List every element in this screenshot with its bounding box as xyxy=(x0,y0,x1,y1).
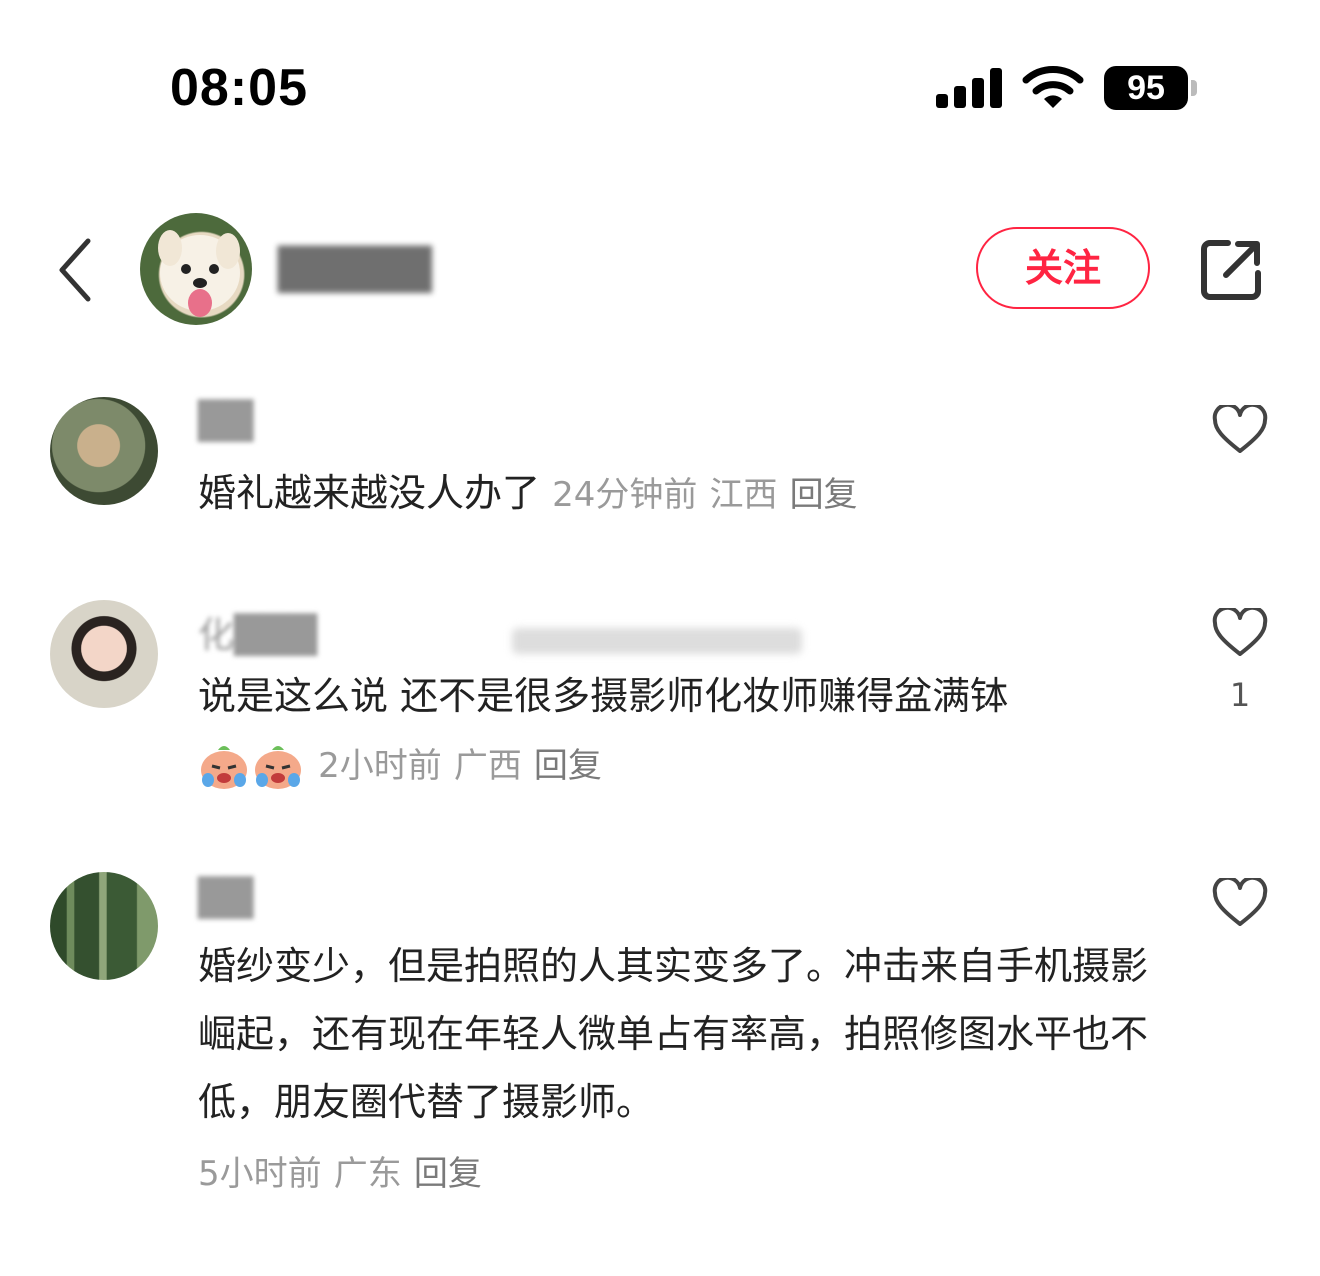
comment-location: 广西 xyxy=(453,746,522,786)
comment-item: ██ 婚纱变少，但是拍照的人其实变多了。冲击来自手机摄影崛起，还有现在年轻人微单… xyxy=(0,870,1320,1210)
battery-level: 95 xyxy=(1127,69,1165,107)
comment-time: 24分钟前 xyxy=(552,475,698,515)
reply-button[interactable]: 回复 xyxy=(534,746,602,786)
heart-icon[interactable] xyxy=(1212,405,1268,455)
comment-text: 婚纱变少，但是拍照的人其实变多了。冲击来自手机摄影崛起，还有现在年轻人微单占有率… xyxy=(198,944,1149,1124)
heart-icon[interactable] xyxy=(1212,608,1268,658)
crying-face-emoji-icon xyxy=(252,742,304,792)
author-name[interactable]: █████ xyxy=(278,247,432,293)
commenter-avatar[interactable] xyxy=(50,397,158,505)
comment-location: 广东 xyxy=(333,1154,402,1194)
dog-avatar-icon xyxy=(158,230,240,317)
comment-body: 说是这么说 还不是很多摄影师化妆师赚得盆满钵 2小时前 广西 回复 xyxy=(198,662,1148,800)
back-icon[interactable] xyxy=(50,235,100,305)
like-count: 1 xyxy=(1229,676,1251,714)
comment-time: 2小时前 xyxy=(318,746,442,786)
reply-button[interactable]: 回复 xyxy=(790,475,858,515)
battery-icon: 95 xyxy=(1104,66,1188,110)
commenter-avatar[interactable] xyxy=(50,872,158,980)
blurred-text xyxy=(512,628,802,654)
share-icon[interactable] xyxy=(1198,237,1264,303)
note-header: █████ 关注 xyxy=(0,205,1320,335)
commenter-name[interactable]: ██ xyxy=(198,878,253,919)
reply-button[interactable]: 回复 xyxy=(414,1154,482,1194)
battery-nub xyxy=(1191,80,1197,96)
status-bar: 08:05 95 xyxy=(0,0,1320,170)
commenter-avatar[interactable] xyxy=(50,600,158,708)
cellular-signal-icon xyxy=(936,68,1004,108)
comment-body: 婚纱变少，但是拍照的人其实变多了。冲击来自手机摄影崛起，还有现在年轻人微单占有率… xyxy=(198,932,1148,1136)
commenter-name[interactable]: ██ xyxy=(198,401,253,442)
commenter-name[interactable]: 化███ xyxy=(198,606,317,658)
comment-location: 江西 xyxy=(709,475,778,515)
wifi-icon xyxy=(1022,66,1084,108)
crying-face-emoji-icon xyxy=(198,742,250,792)
comment-item: 化███ 说是这么说 还不是很多摄影师化妆师赚得盆满钵 2小时前 广西 回复 1 xyxy=(0,598,1320,808)
comment-text: 婚礼越来越没人办了 xyxy=(198,471,541,515)
comment-item: ██ 婚礼越来越没人办了 24分钟前 江西 回复 xyxy=(0,395,1320,535)
comment-time: 5小时前 xyxy=(198,1154,322,1194)
author-avatar[interactable] xyxy=(140,213,252,325)
comment-text: 说是这么说 还不是很多摄影师化妆师赚得盆满钵 xyxy=(198,674,1009,718)
comment-meta: 5小时前 广东 回复 xyxy=(198,1138,1148,1208)
heart-icon[interactable] xyxy=(1212,878,1268,928)
follow-button[interactable]: 关注 xyxy=(976,227,1150,309)
status-time: 08:05 xyxy=(170,59,308,117)
comment-body: 婚礼越来越没人办了 24分钟前 江西 回复 xyxy=(198,459,1148,529)
